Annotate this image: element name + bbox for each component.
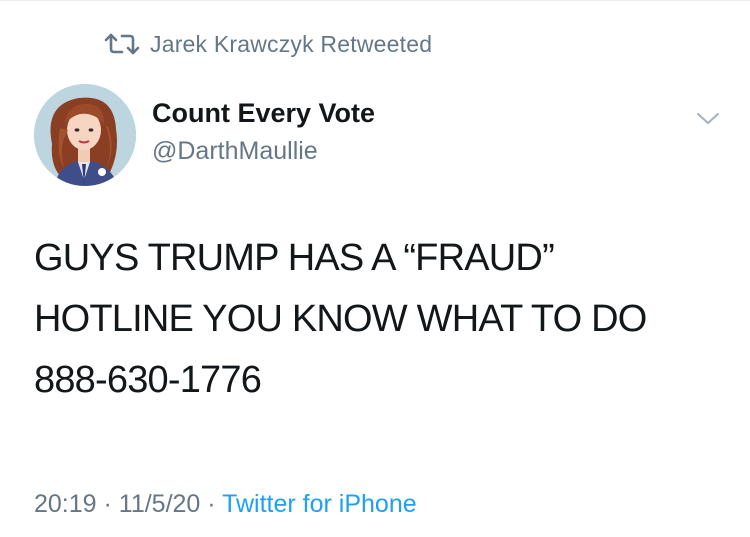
tweet-text: GUYS TRUMP HAS A “FRAUD” HOTLINE YOU KNO… bbox=[34, 237, 647, 401]
meta-separator: · bbox=[96, 490, 119, 518]
top-divider bbox=[0, 0, 750, 1]
chevron-down-icon[interactable] bbox=[692, 108, 724, 130]
tweet-meta: 20:19 · 11/5/20 · Twitter for iPhone bbox=[34, 490, 417, 519]
tweet-time[interactable]: 20:19 bbox=[34, 490, 97, 518]
retweet-icon bbox=[104, 33, 140, 55]
tweet-date[interactable]: 11/5/20 bbox=[119, 490, 201, 518]
retweeted-by-label[interactable]: Jarek Krawczyk Retweeted bbox=[150, 31, 432, 58]
retweet-context[interactable]: Jarek Krawczyk Retweeted bbox=[104, 28, 432, 60]
tweet-source-link[interactable]: Twitter for iPhone bbox=[222, 490, 417, 518]
user-handle[interactable]: @DarthMaullie bbox=[152, 137, 318, 166]
display-name[interactable]: Count Every Vote bbox=[152, 98, 375, 129]
avatar-illustration bbox=[34, 84, 136, 186]
avatar[interactable] bbox=[34, 84, 136, 186]
meta-separator: · bbox=[200, 490, 223, 518]
